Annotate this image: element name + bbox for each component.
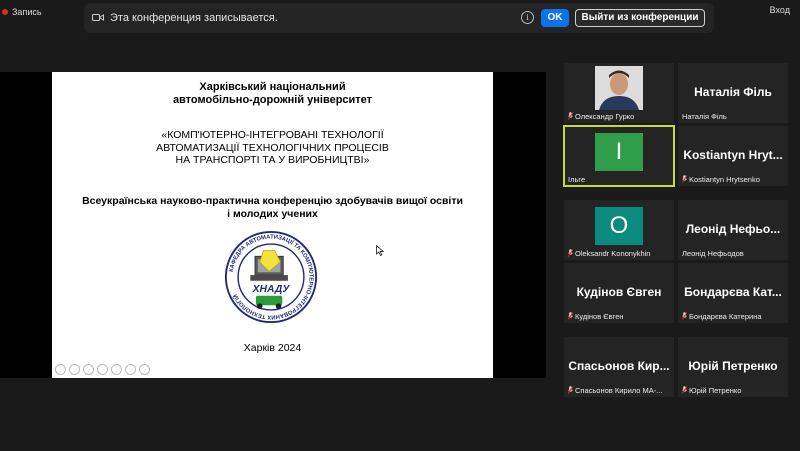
- view-button[interactable]: Вход: [770, 5, 790, 15]
- slide-description: Всеукраїнська науково-практична конферен…: [82, 195, 463, 220]
- participant-photo: [595, 66, 643, 110]
- participant-caption: Спасьонов Кирило МА-...: [568, 385, 663, 395]
- participant-tile[interactable]: Юрій Петренко Юрій Петренко: [678, 337, 788, 397]
- participant-display-name: Кудінов Євген: [576, 285, 662, 299]
- participant-name: Юрій Петренко: [689, 385, 742, 395]
- participant-tile[interactable]: Кудінов Євген Кудінов Євген: [564, 263, 674, 323]
- participant-caption: Ільге: [568, 174, 585, 184]
- annotate-tool-icon[interactable]: [97, 364, 108, 375]
- slide-city-year: Харків 2024: [243, 342, 302, 354]
- department-logo: КАФЕДРА АВТОМАТИЗАЦІЇ ТА КОМП'ЮТЕРНО-ІНТ…: [224, 230, 318, 324]
- annotate-tool-icon[interactable]: [139, 364, 150, 375]
- muted-mic-icon: [568, 249, 573, 257]
- participant-avatar: I: [595, 133, 643, 171]
- recording-label: Запись: [12, 7, 42, 17]
- participant-name: Кудінов Євген: [575, 311, 624, 321]
- annotate-tool-icon[interactable]: [83, 364, 94, 375]
- mouse-cursor-icon: [376, 245, 384, 256]
- participant-tile[interactable]: Олександр Гурко: [564, 63, 674, 123]
- participant-display-name: Бондарєва Кат...: [684, 285, 782, 299]
- info-icon[interactable]: i: [521, 11, 534, 24]
- participant-name: Леонід Нефьодов: [682, 248, 744, 258]
- participant-caption: Леонід Нефьодов: [682, 248, 744, 258]
- muted-mic-icon: [568, 312, 573, 320]
- leave-meeting-button[interactable]: Выйти из конференции: [575, 9, 705, 27]
- svg-text:ХНАДУ: ХНАДУ: [252, 284, 291, 295]
- muted-mic-icon: [568, 386, 573, 394]
- participant-caption: Oleksandr Kononykhin: [568, 248, 650, 258]
- participant-display-name: Kostiantyn Hryt...: [683, 148, 783, 162]
- annotate-tool-icon[interactable]: [125, 364, 136, 375]
- participant-tile[interactable]: Леонід Нефьо... Леонід Нефьодов: [678, 200, 788, 260]
- muted-mic-icon: [682, 312, 687, 320]
- ok-button[interactable]: OK: [541, 9, 569, 27]
- participant-name: Олександр Гурко: [575, 111, 635, 121]
- recording-notice-text: Эта конференция записывается.: [110, 12, 278, 24]
- participant-display-name: Юрій Петренко: [688, 359, 778, 373]
- participant-tile[interactable]: Спасьонов Кир... Спасьонов Кирило МА-...: [564, 337, 674, 397]
- participant-caption: Кудінов Євген: [568, 311, 624, 321]
- participant-tile[interactable]: Kostiantyn Hryt... Kostiantyn Hrytsenko: [678, 126, 788, 186]
- participant-name: Kostiantyn Hrytsenko: [689, 174, 760, 184]
- presentation-slide: Харківський національний автомобільно-до…: [52, 72, 493, 378]
- annotate-tool-icon[interactable]: [55, 364, 66, 375]
- participant-caption: Юрій Петренко: [682, 385, 741, 395]
- participant-caption: Олександр Гурко: [568, 111, 634, 121]
- participant-tile[interactable]: O Oleksandr Kononykhin: [564, 200, 674, 260]
- participant-caption: Наталія Філь: [682, 111, 727, 121]
- annotate-tool-icon[interactable]: [111, 364, 122, 375]
- participant-display-name: Наталія Філь: [694, 85, 772, 99]
- participant-tile[interactable]: I Ільге: [563, 125, 675, 187]
- recording-indicator[interactable]: Запись: [2, 5, 42, 19]
- slide-university: Харківський національний автомобільно-до…: [172, 81, 373, 106]
- recording-notice-bar: Эта конференция записывается. i OK Выйти…: [84, 3, 714, 33]
- participant-caption: Kostiantyn Hrytsenko: [682, 174, 760, 184]
- muted-mic-icon: [568, 112, 573, 120]
- participant-avatar: O: [595, 207, 643, 245]
- participant-name: Бондарєва Катерина: [689, 311, 762, 321]
- video-camera-icon: [92, 14, 104, 21]
- muted-mic-icon: [682, 175, 687, 183]
- participant-display-name: Спасьонов Кир...: [568, 359, 670, 373]
- participant-caption: Бондарєва Катерина: [682, 311, 762, 321]
- annotation-toolbar[interactable]: [55, 364, 150, 375]
- participant-name: Ільге: [568, 174, 586, 184]
- participant-tile[interactable]: Бондарєва Кат... Бондарєва Катерина: [678, 263, 788, 323]
- participant-display-name: Леонід Нефьо...: [685, 222, 781, 236]
- annotate-tool-icon[interactable]: [69, 364, 80, 375]
- muted-mic-icon: [682, 386, 687, 394]
- recording-dot-icon: [2, 9, 8, 15]
- participant-name: Наталія Філь: [682, 111, 727, 121]
- participant-tile[interactable]: Наталія Філь Наталія Філь: [678, 63, 788, 123]
- participant-name: Спасьонов Кирило МА-...: [575, 385, 663, 395]
- slide-conference-title: «КОМП'ЮТЕРНО-ІНТЕГРОВАНІ ТЕХНОЛОГІЇ АВТО…: [156, 129, 389, 166]
- participant-name: Oleksandr Kononykhin: [575, 248, 651, 258]
